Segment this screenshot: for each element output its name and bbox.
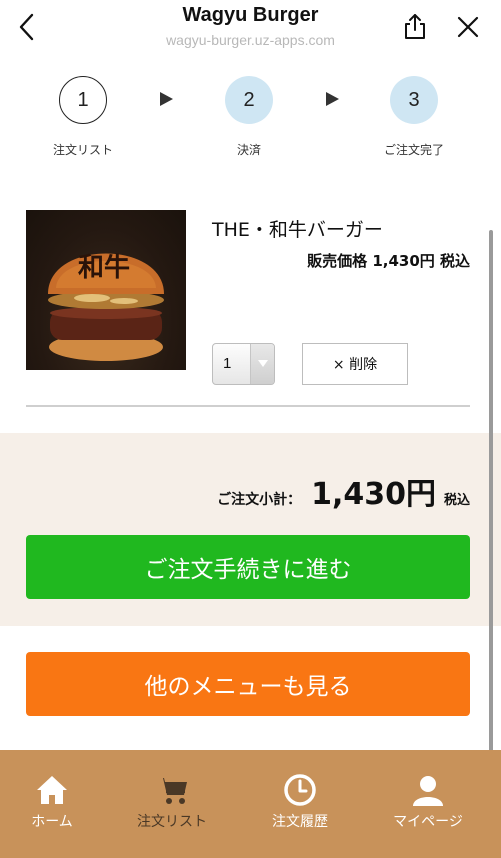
bottom-nav: ホーム 注文リスト 注文履歴 マイページ — [0, 750, 501, 858]
share-icon — [405, 14, 425, 39]
quantity-dropdown-toggle[interactable] — [250, 344, 274, 384]
nav-label-home: ホーム — [31, 814, 73, 830]
subtotal-value: 1,430円 — [311, 477, 436, 512]
product-price: 販売価格 1,430円 税込 — [307, 252, 470, 270]
nav-label-cart: 注文リスト — [137, 814, 207, 830]
chevron-down-icon — [258, 360, 268, 367]
product-image: 和牛 — [26, 210, 186, 370]
product-image-logo: 和牛 — [78, 253, 130, 283]
subtotal-row: ご注文小計： 1,430円 税込 — [217, 469, 470, 513]
step-1-label: 注文リスト — [52, 143, 113, 157]
step-3-indicator: 3 — [390, 76, 438, 124]
order-summary: ご注文小計： 1,430円 税込 ご注文手続きに進む — [0, 433, 501, 626]
close-button[interactable] — [456, 15, 480, 39]
nav-item-home[interactable]: ホーム — [0, 750, 107, 850]
user-icon — [413, 776, 443, 806]
nav-label-mypage: マイページ — [393, 814, 463, 830]
other-menu-button[interactable]: 他のメニューも見る — [26, 652, 470, 716]
product-name: THE・和牛バーガー — [212, 219, 383, 241]
clock-icon — [284, 774, 316, 806]
nav-label-history: 注文履歴 — [272, 814, 328, 830]
delete-button[interactable]: × 削除 — [302, 343, 408, 385]
step-2-indicator: 2 — [225, 76, 273, 124]
nav-item-mypage[interactable]: マイページ — [373, 750, 483, 850]
step-3-label: ご注文完了 — [383, 143, 444, 157]
step-1-indicator: 1 — [59, 76, 107, 124]
scrollbar[interactable] — [489, 230, 493, 810]
close-icon — [457, 16, 479, 38]
share-button[interactable] — [402, 12, 428, 42]
nav-item-history[interactable]: 注文履歴 — [245, 750, 355, 850]
quantity-select[interactable]: 1 — [212, 343, 275, 385]
step-arrow-icon — [160, 92, 173, 106]
quantity-value: 1 — [223, 355, 232, 372]
home-icon — [37, 776, 67, 804]
divider — [26, 405, 470, 407]
checkout-button[interactable]: ご注文手続きに進む — [26, 535, 470, 599]
nav-item-cart[interactable]: 注文リスト — [117, 750, 227, 850]
cart-icon — [157, 778, 187, 804]
step-arrow-icon — [326, 92, 339, 106]
subtotal-label: ご注文小計： — [217, 492, 302, 508]
step-2-label: 決済 — [236, 143, 261, 157]
app-header: Wagyu Burger wagyu-burger.uz-apps.com — [0, 0, 501, 58]
subtotal-tax-label: 税込 — [443, 493, 470, 508]
